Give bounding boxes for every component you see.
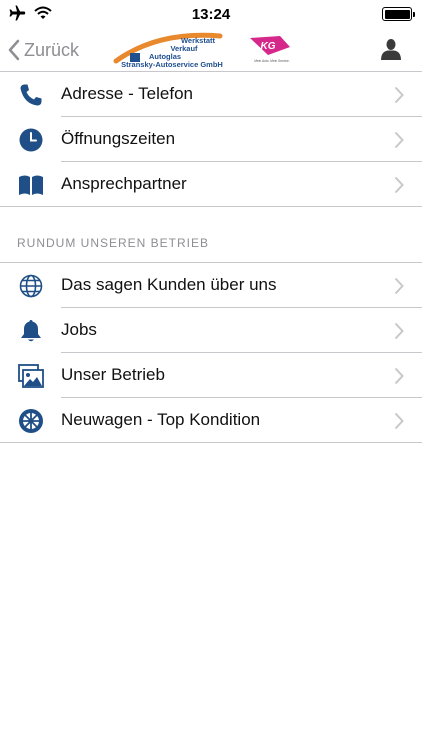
list-item-label: Jobs — [61, 320, 97, 339]
wheel-icon — [18, 408, 44, 434]
info-list: Adresse - Telefon Öffnungszeiten Ansprec… — [0, 72, 422, 207]
list-item-our-business[interactable]: Unser Betrieb — [0, 353, 422, 398]
chevron-right-icon — [394, 322, 404, 340]
person-icon — [381, 39, 401, 60]
status-right — [382, 7, 415, 21]
list-item-reviews[interactable]: Das sagen Kunden über uns — [0, 263, 422, 308]
list-item-new-cars[interactable]: Neuwagen - Top Kondition — [0, 398, 422, 443]
phone-icon — [18, 82, 44, 108]
list-item-opening-hours[interactable]: Öffnungszeiten — [0, 117, 422, 162]
chevron-right-icon — [394, 277, 404, 295]
divider — [0, 206, 422, 207]
status-bar: 13:24 — [0, 0, 422, 28]
logo-badge-sub: Mein Auto. Mein Service. — [254, 59, 289, 63]
user-profile-button[interactable] — [380, 38, 404, 62]
list-item-label: Öffnungszeiten — [61, 129, 176, 148]
chevron-right-icon — [394, 86, 404, 104]
chevron-right-icon — [394, 412, 404, 430]
list-item-jobs[interactable]: Jobs — [0, 308, 422, 353]
list-item-label: Adresse - Telefon — [61, 84, 193, 103]
bell-icon — [18, 318, 44, 344]
navigation-bar: Zurück Werkstatt Verkauf Autoglas Strans… — [0, 28, 422, 72]
chevron-right-icon — [394, 176, 404, 194]
list-item-label: Unser Betrieb — [61, 365, 165, 384]
photos-icon — [18, 363, 44, 389]
back-label: Zurück — [24, 39, 80, 60]
company-logo: Werkstatt Verkauf Autoglas Stransky-Auto… — [108, 31, 308, 69]
globe-icon — [18, 273, 44, 299]
logo-badge: KG — [261, 41, 276, 52]
logo-company: Stransky-Autoservice GmbH — [121, 60, 223, 69]
list-item-address-phone[interactable]: Adresse - Telefon — [0, 72, 422, 117]
list-item-label: Neuwagen - Top Kondition — [61, 410, 261, 429]
divider — [0, 442, 422, 443]
battery-icon — [382, 7, 415, 21]
book-icon — [18, 172, 44, 198]
chevron-right-icon — [394, 131, 404, 149]
chevron-left-icon — [8, 39, 20, 61]
status-time: 13:24 — [191, 6, 231, 23]
clock-icon — [18, 127, 44, 153]
list-item-label: Das sagen Kunden über uns — [61, 275, 277, 294]
list-item-label: Ansprechpartner — [61, 174, 187, 193]
section-header: RUNDUM UNSEREN BETRIEB — [17, 236, 210, 250]
list-item-contact-person[interactable]: Ansprechpartner — [0, 162, 422, 207]
chevron-right-icon — [394, 367, 404, 385]
back-button[interactable]: Zurück — [8, 36, 79, 64]
company-list: Das sagen Kunden über uns Jobs Unser Bet… — [0, 262, 422, 443]
